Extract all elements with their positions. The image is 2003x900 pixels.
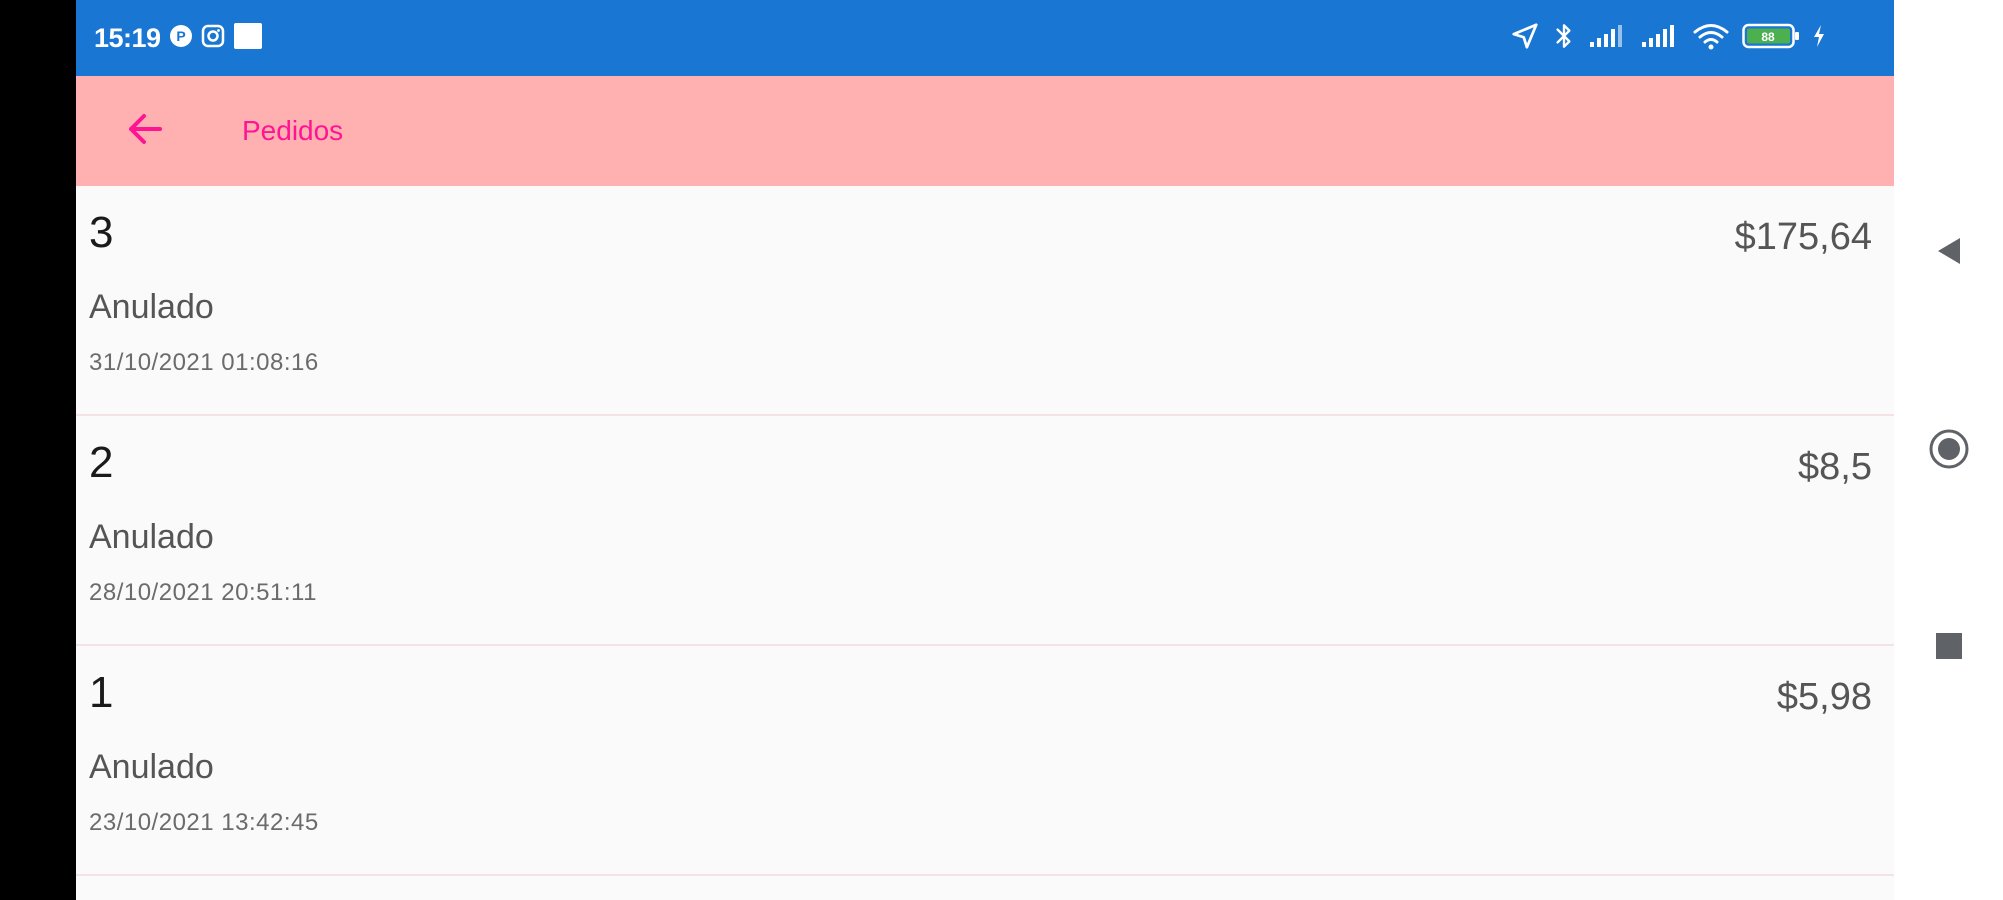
signal-icon (1588, 23, 1628, 54)
nav-back-button[interactable] (1894, 213, 2003, 293)
status-bar: 15:19 P 88 (76, 0, 1894, 76)
app-bar: Pedidos (76, 76, 1894, 186)
recents-square-icon (1935, 632, 1963, 665)
order-amount: $8,5 (1798, 446, 1872, 488)
location-icon (1510, 21, 1540, 56)
image-notification-icon (233, 21, 263, 56)
order-number: 2 (89, 438, 114, 487)
order-status: Anulado (89, 748, 214, 786)
order-status: Anulado (89, 518, 214, 556)
charging-icon (1812, 24, 1826, 53)
order-amount: $175,64 (1734, 216, 1872, 258)
order-list: 3 Anulado 31/10/2021 01:08:16 $175,64 2 … (76, 186, 1894, 876)
order-list-item[interactable]: 3 Anulado 31/10/2021 01:08:16 $175,64 (76, 186, 1894, 416)
system-nav-bar (1894, 0, 2003, 900)
back-triangle-icon (1934, 235, 1964, 272)
status-time: 15:19 (94, 22, 161, 53)
order-status: Anulado (89, 288, 214, 326)
arrow-left-icon (124, 108, 166, 155)
back-button[interactable] (116, 102, 174, 160)
order-number: 1 (89, 668, 114, 717)
nav-home-button[interactable] (1894, 411, 2003, 491)
svg-text:P: P (176, 28, 185, 44)
page-title: Pedidos (242, 115, 344, 146)
status-left: 15:19 P (94, 0, 263, 76)
order-date: 31/10/2021 01:08:16 (89, 349, 319, 376)
left-bezel (0, 0, 76, 900)
order-amount: $5,98 (1776, 676, 1872, 718)
home-circle-icon (1928, 428, 1970, 475)
parking-app-icon: P (169, 24, 193, 53)
battery-level-text: 88 (1761, 30, 1775, 44)
order-list-item[interactable]: 1 Anulado 23/10/2021 13:42:45 $5,98 (76, 646, 1894, 876)
order-list-item[interactable]: 2 Anulado 28/10/2021 20:51:11 $8,5 (76, 416, 1894, 646)
status-right: 88 (1510, 0, 1826, 76)
battery-icon: 88 (1742, 22, 1800, 55)
nav-recents-button[interactable] (1894, 608, 2003, 688)
order-number: 3 (89, 208, 114, 257)
wifi-icon (1692, 21, 1730, 56)
phone-screen: 15:19 P 88 Pedidos 3 Anulado 31/10/2021 … (76, 0, 1894, 900)
order-date: 28/10/2021 20:51:11 (89, 579, 317, 606)
bluetooth-icon (1552, 21, 1576, 56)
signal-icon (1640, 23, 1680, 54)
order-date: 23/10/2021 13:42:45 (89, 809, 319, 836)
instagram-icon (201, 24, 225, 53)
